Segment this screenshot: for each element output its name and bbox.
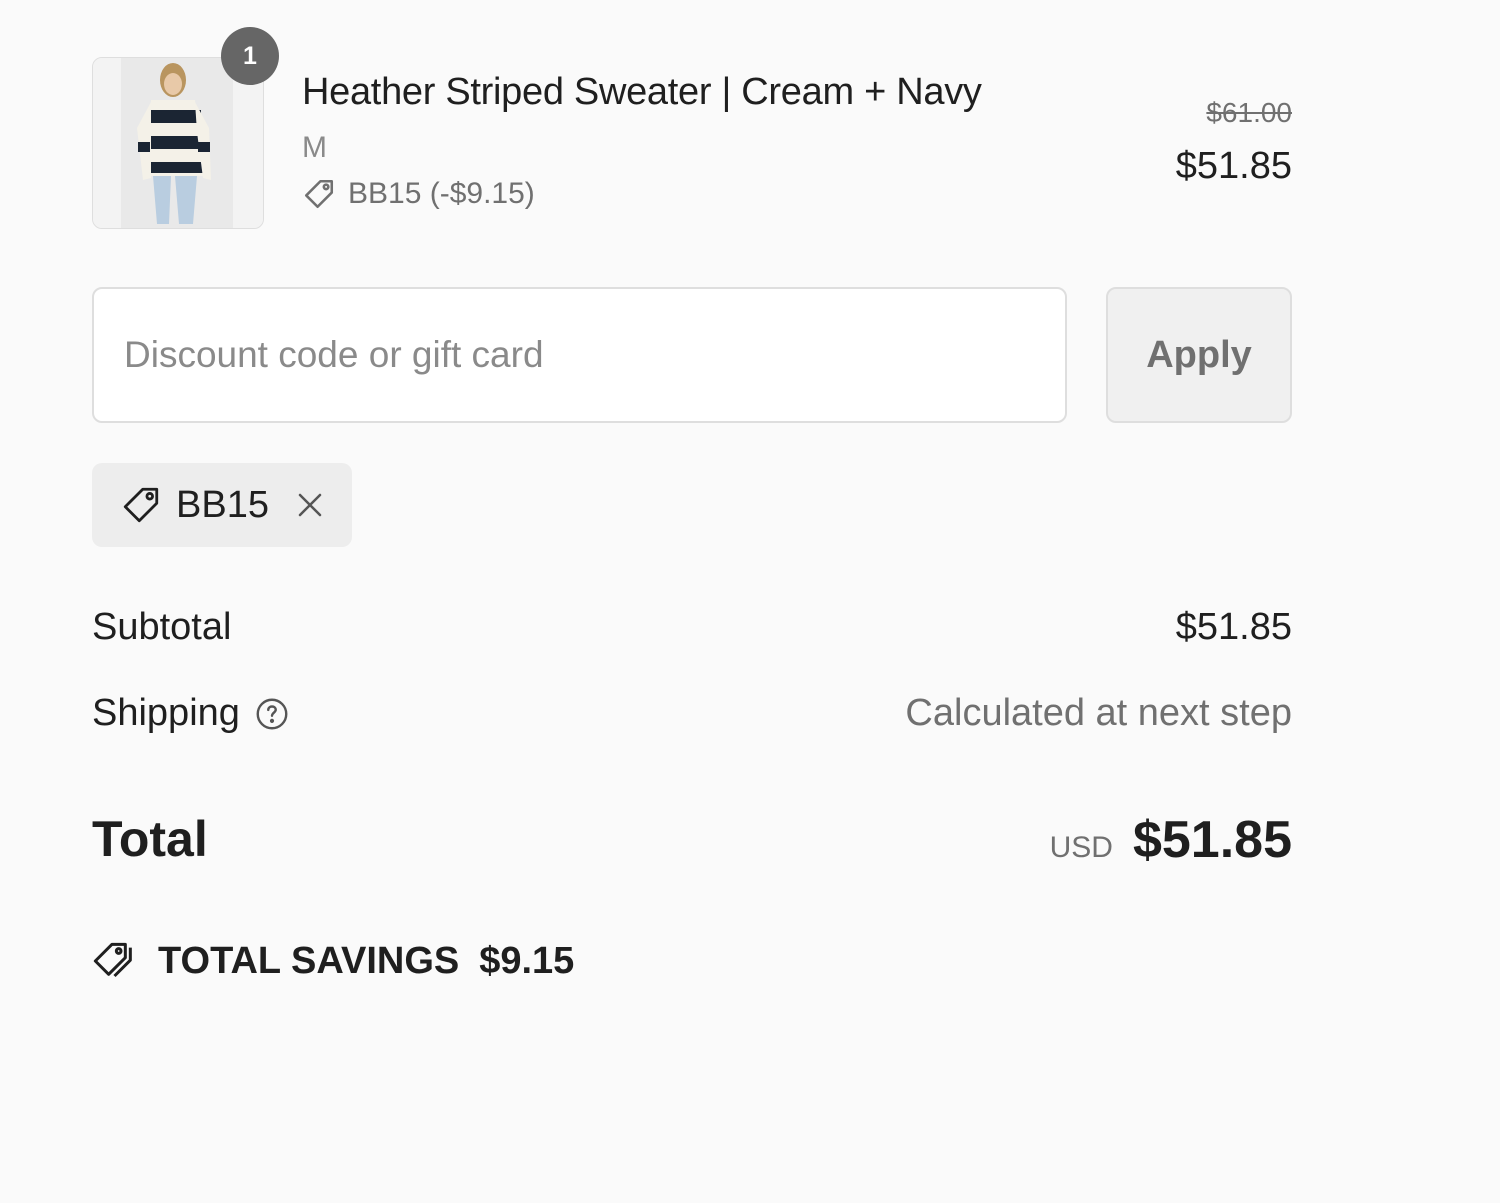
total-value-wrap: USD $51.85 — [1050, 810, 1292, 870]
line-item-discount: BB15 (-$9.15) — [302, 177, 535, 211]
discounted-price: $51.85 — [1175, 145, 1292, 187]
shipping-row: Shipping Calculated at next step — [92, 692, 1292, 752]
subtotal-label: Subtotal — [92, 606, 232, 648]
original-price: $61.00 — [1206, 97, 1292, 128]
currency-code: USD — [1049, 831, 1113, 864]
applied-discount-code: BB15 — [176, 483, 269, 526]
tag-icon — [120, 484, 162, 526]
total-savings-label: TOTAL SAVINGS — [158, 939, 460, 982]
product-title: Heather Striped Sweater | Cream + Navy — [302, 71, 982, 113]
product-variant: M — [302, 131, 327, 164]
line-item: 1 Heather Striped Sweater | Cream + Navy… — [92, 27, 1292, 231]
tag-icon — [302, 177, 336, 211]
total-label: Total — [92, 811, 208, 867]
subtotal-row: Subtotal $51.85 — [92, 606, 1292, 666]
question-circle-icon[interactable] — [254, 696, 290, 732]
apply-button[interactable]: Apply — [1106, 287, 1292, 423]
total-amount: $51.85 — [1132, 811, 1292, 869]
discount-code-input[interactable] — [92, 287, 1067, 423]
shipping-value: Calculated at next step — [905, 692, 1292, 734]
total-savings-amount: $9.15 — [479, 939, 575, 982]
subtotal-value: $51.85 — [1175, 606, 1292, 648]
applied-discount-chip: BB15 — [92, 463, 352, 547]
quantity-badge: 1 — [221, 27, 279, 85]
shipping-label: Shipping — [92, 692, 240, 734]
sweater-photo — [93, 58, 263, 228]
total-row: Total USD $51.85 — [92, 810, 1292, 880]
tags-icon — [92, 938, 142, 984]
order-summary: 1 Heather Striped Sweater | Cream + Navy… — [92, 0, 1292, 1203]
line-item-discount-label: BB15 (-$9.15) — [348, 177, 535, 210]
total-savings: TOTAL SAVINGS $9.15 — [92, 938, 574, 984]
close-icon[interactable] — [295, 490, 325, 520]
shipping-label-wrap: Shipping — [92, 692, 290, 735]
product-thumbnail-wrapper: 1 — [92, 27, 279, 229]
